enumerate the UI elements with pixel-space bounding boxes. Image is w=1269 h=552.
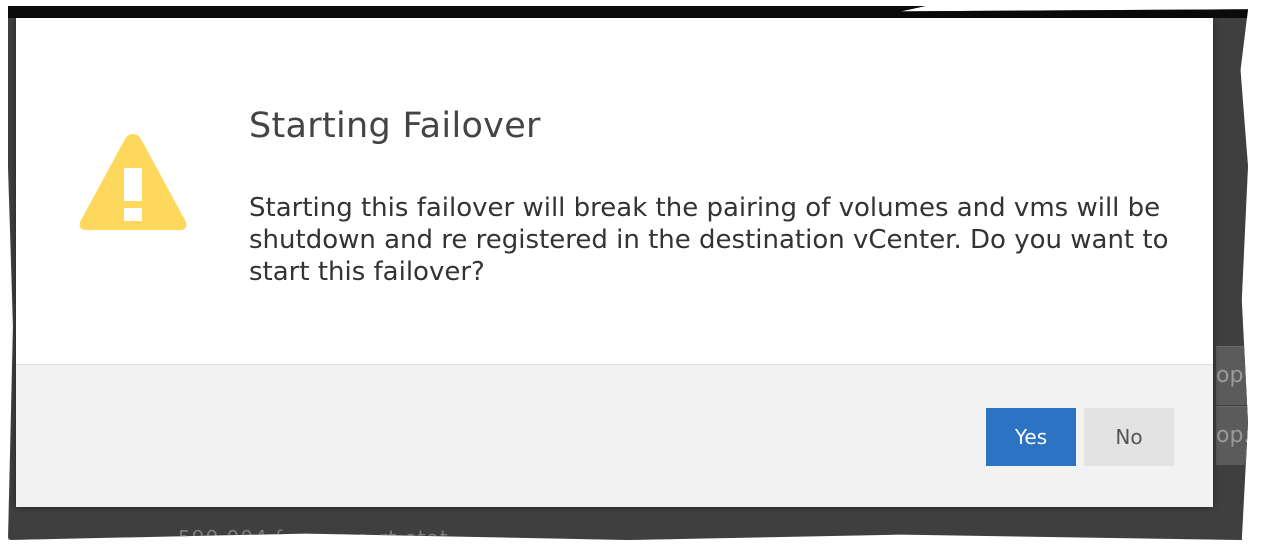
- background-top-bar: [8, 6, 1248, 18]
- dialog-footer: Yes No: [16, 364, 1213, 507]
- no-button[interactable]: No: [1084, 408, 1174, 466]
- background-row-text: op.: [1216, 346, 1248, 405]
- dialog-body: Starting Failover Starting this failover…: [16, 18, 1213, 364]
- yes-button[interactable]: Yes: [986, 408, 1076, 466]
- screenshot-stage: op. op.c 590 004 fps-ma a-rt etat Starti…: [0, 0, 1269, 552]
- dialog-title: Starting Failover: [249, 106, 541, 146]
- background-bottom-text: 590 004 fps-ma a-rt etat: [178, 526, 449, 550]
- warning-triangle-icon: [79, 134, 187, 230]
- dialog-message: Starting this failover will break the pa…: [249, 193, 1169, 287]
- background-row-text: op.c: [1216, 406, 1248, 465]
- failover-confirm-dialog: Starting Failover Starting this failover…: [16, 18, 1213, 507]
